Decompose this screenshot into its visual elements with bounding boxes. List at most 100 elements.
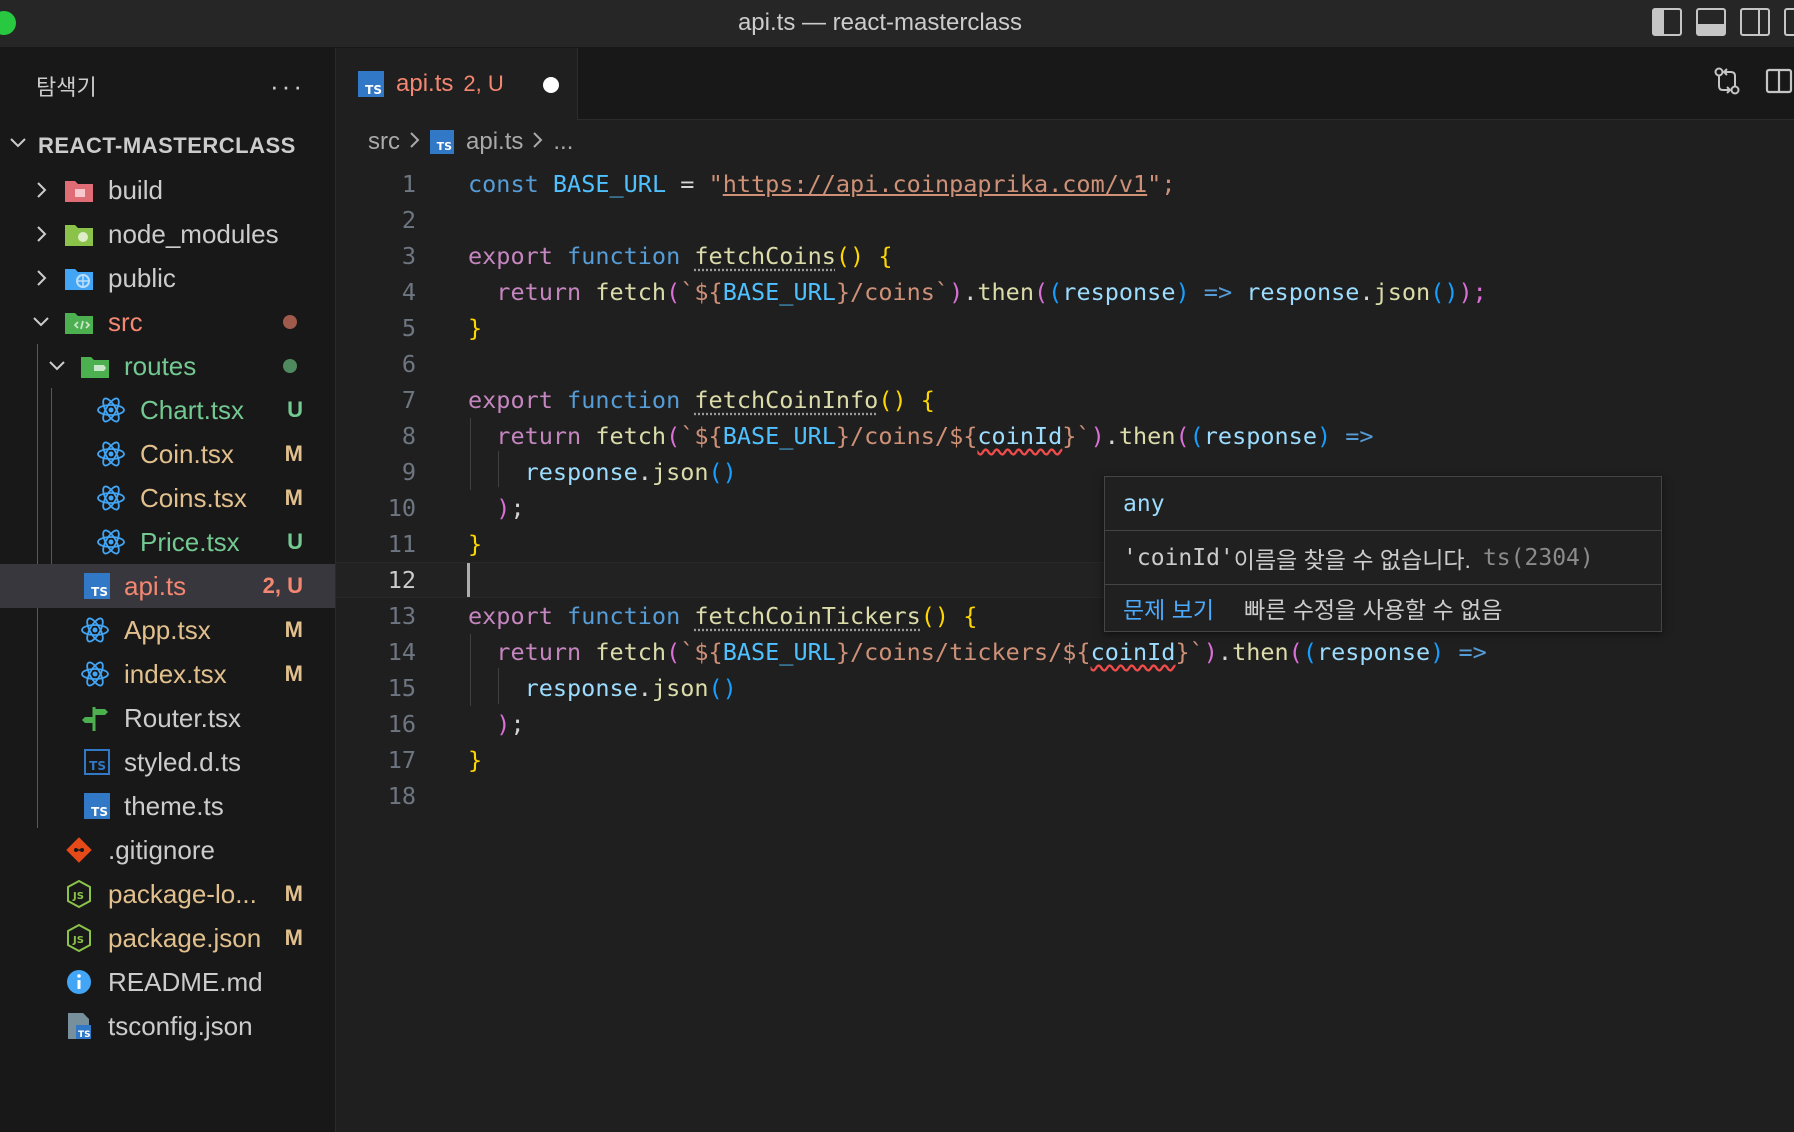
project-header[interactable]: REACT-MASTERCLASS: [0, 124, 335, 168]
tab-problem-badge: 2, U: [463, 71, 503, 97]
tree-item-readme[interactable]: README.md: [0, 960, 335, 1004]
git-status-badge: M: [285, 925, 303, 951]
git-status-badge: M: [285, 881, 303, 907]
tree-item-build[interactable]: build: [0, 168, 335, 212]
tree-item-price-tsx[interactable]: Price.tsx U: [0, 520, 335, 564]
line-number: 1: [336, 170, 416, 198]
layout-controls: [1652, 8, 1794, 38]
tree-item-label: README.md: [108, 967, 263, 998]
breadcrumb-folder[interactable]: src: [368, 128, 400, 156]
typescript-file-icon: TS: [358, 71, 384, 97]
explorer-title: 탐색기: [36, 70, 97, 102]
git-status-badge: U: [287, 397, 303, 423]
tree-item-package-lock[interactable]: JS package-lo... M: [0, 872, 335, 916]
explorer-sidebar: 탐색기 ··· REACT-MASTERCLASS build node_mod…: [0, 48, 336, 1132]
line-number: 12: [336, 566, 416, 594]
line-number: 17: [336, 746, 416, 774]
tree-item-index-tsx[interactable]: index.tsx M: [0, 652, 335, 696]
code-line: 3 export function fetchCoins() {: [336, 238, 1636, 274]
svg-text:JS: JS: [72, 891, 84, 902]
code-line: 14 return fetch(`${BASE_URL}/coins/ticke…: [336, 634, 1636, 670]
line-number: 5: [336, 314, 416, 342]
folder-routes-icon: [80, 351, 110, 381]
editor-actions: [1712, 66, 1794, 96]
breadcrumb-file[interactable]: api.ts: [466, 128, 523, 156]
more-actions-icon[interactable]: ···: [270, 76, 305, 96]
tree-item-label: package.json: [108, 923, 261, 954]
react-icon: [96, 439, 126, 469]
view-problem-link[interactable]: 문제 보기: [1123, 591, 1214, 625]
tree-item-label: theme.ts: [124, 791, 224, 822]
breadcrumb-symbol[interactable]: ...: [553, 128, 573, 156]
toggle-primary-sidebar-icon[interactable]: [1652, 8, 1682, 36]
line-number: 8: [336, 422, 416, 450]
customize-layout-icon[interactable]: [1784, 8, 1794, 36]
code-text: export function fetchCoinInfo() {: [468, 386, 935, 414]
line-number: 10: [336, 494, 416, 522]
folder-build-icon: [64, 175, 94, 205]
tree-item-label: node_modules: [108, 219, 279, 250]
tree-item-app-tsx[interactable]: App.tsx M: [0, 608, 335, 652]
line-number: 15: [336, 674, 416, 702]
line-number: 18: [336, 782, 416, 810]
tree-item-styled-d-ts[interactable]: TS styled.d.ts: [0, 740, 335, 784]
code-text: return fetch(`${BASE_URL}/coins/tickers/…: [468, 638, 1487, 666]
svg-text:TS: TS: [78, 1030, 91, 1040]
tsconfig-icon: TS: [64, 1011, 94, 1041]
tree-item-gitignore[interactable]: .gitignore: [0, 828, 335, 872]
code-line: 2: [336, 202, 1636, 238]
react-icon: [96, 527, 126, 557]
code-text: return fetch(`${BASE_URL}/coins`).then((…: [468, 278, 1487, 306]
chevron-right-icon: [30, 256, 52, 300]
tree-item-src[interactable]: src: [0, 300, 335, 344]
git-status-badge: U: [287, 529, 303, 555]
line-number: 14: [336, 638, 416, 666]
line-number: 11: [336, 530, 416, 558]
react-icon: [80, 659, 110, 689]
line-number: 9: [336, 458, 416, 486]
react-icon: [96, 395, 126, 425]
tree-item-package-json[interactable]: JS package.json M: [0, 916, 335, 960]
code-text: return fetch(`${BASE_URL}/coins/${coinId…: [468, 422, 1374, 450]
explorer-header: 탐색기 ···: [0, 48, 335, 124]
toggle-secondary-sidebar-icon[interactable]: [1740, 8, 1770, 36]
git-status-badge: M: [285, 441, 303, 467]
tree-item-chart-tsx[interactable]: Chart.tsx U: [0, 388, 335, 432]
nodejs-icon: JS: [64, 923, 94, 953]
hover-type: any: [1105, 477, 1661, 531]
tree-item-label: index.tsx: [124, 659, 227, 690]
tree-item-node-modules[interactable]: node_modules: [0, 212, 335, 256]
tree-item-label: src: [108, 307, 143, 338]
tree-item-coin-tsx[interactable]: Coin.tsx M: [0, 432, 335, 476]
code-text: );: [468, 494, 525, 522]
tree-item-routes[interactable]: routes: [0, 344, 335, 388]
tree-item-api-ts[interactable]: TS api.ts 2, U: [0, 564, 335, 608]
tree-item-label: .gitignore: [108, 835, 215, 866]
tab-label: api.ts: [396, 70, 453, 98]
editor-tab-bar: TS api.ts 2, U: [336, 48, 1794, 120]
code-text: response.json(): [468, 458, 737, 486]
folder-node-icon: [64, 219, 94, 249]
open-changes-icon[interactable]: [1712, 66, 1742, 96]
tree-item-coins-tsx[interactable]: Coins.tsx M: [0, 476, 335, 520]
breadcrumb: src TS api.ts ...: [336, 120, 1794, 164]
svg-text:JS: JS: [72, 935, 84, 946]
tree-item-public[interactable]: public: [0, 256, 335, 300]
tree-item-label: Chart.tsx: [140, 395, 244, 426]
tree-item-tsconfig[interactable]: TS tsconfig.json: [0, 1004, 335, 1048]
tab-api-ts[interactable]: TS api.ts 2, U: [336, 48, 578, 120]
tree-item-label: Coins.tsx: [140, 483, 247, 514]
toggle-panel-icon[interactable]: [1696, 8, 1726, 36]
no-quick-fix-text: 빠른 수정을 사용할 수 없음: [1244, 591, 1502, 625]
code-editor[interactable]: 1 const BASE_URL = "https://api.coinpapr…: [336, 164, 1794, 1132]
code-text: response.json(): [468, 674, 737, 702]
code-text: }: [468, 314, 482, 342]
tree-item-router-tsx[interactable]: Router.tsx: [0, 696, 335, 740]
unsaved-dot-icon[interactable]: [543, 77, 559, 93]
code-line: 6: [336, 346, 1636, 382]
code-line: 5 }: [336, 310, 1636, 346]
split-editor-icon[interactable]: [1764, 66, 1794, 96]
tree-item-theme-ts[interactable]: TS theme.ts: [0, 784, 335, 828]
chevron-right-icon: [30, 212, 52, 256]
line-number: 6: [336, 350, 416, 378]
